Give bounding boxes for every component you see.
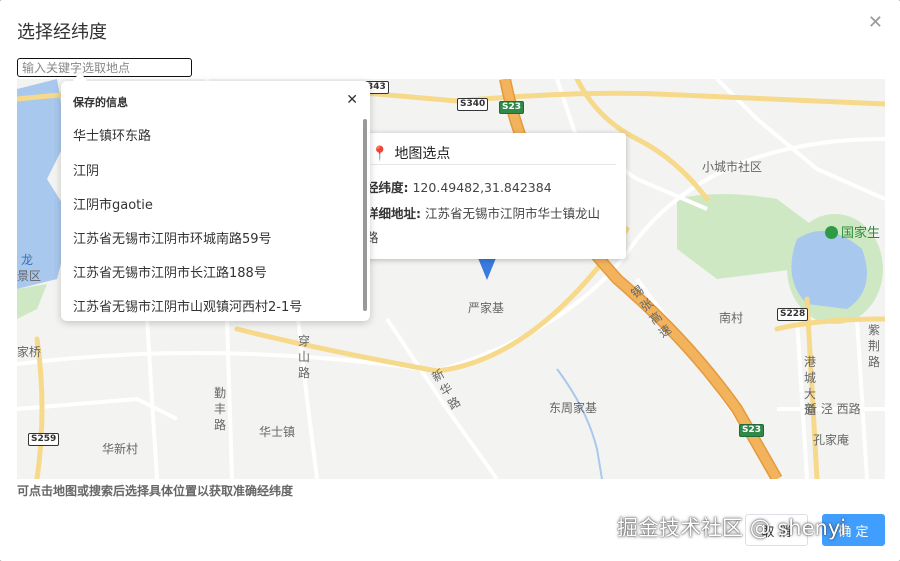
map-label-jiajiaqiao: 家桥 (17, 345, 42, 359)
road-shield-s259: S259 (28, 433, 60, 446)
saved-item[interactable]: 华士镇环东路 (73, 125, 151, 144)
saved-info-title: 保存的信息 (73, 96, 128, 109)
park-label: 国家生 (841, 226, 881, 241)
close-icon[interactable]: ✕ (868, 14, 883, 32)
map-label-huaxincun: 华新村 (102, 442, 139, 456)
map-label-huashizhen: 华士镇 (259, 425, 296, 439)
map-label-jingqu: 景区 (17, 269, 42, 283)
info-window: 📍 地图选点 经纬度: 120.49482,31.842384 详细地址: 江苏省… (366, 133, 626, 259)
map-label-gangcheng-road: 港城大道 (804, 355, 817, 417)
road-shield-s23-south: S23 (739, 424, 765, 437)
info-window-divider (371, 164, 616, 165)
map-pin-icon: 📍 (371, 146, 389, 162)
close-icon[interactable]: ✕ (346, 92, 358, 108)
coords-label: 经纬度: (366, 180, 409, 195)
address-value: 江苏省无锡市江阴市华士镇龙山 (424, 206, 600, 221)
dialog-title: 选择经纬度 (17, 22, 107, 43)
saved-info-panel: 保存的信息 ✕ 华士镇环东路 江阴 江阴市gaotie 江苏省无锡市江阴市环城南… (61, 81, 370, 321)
saved-item[interactable]: 江阴市gaotie (73, 194, 153, 213)
road-shield-s228: S228 (777, 308, 809, 321)
location-marker-icon[interactable] (478, 258, 496, 280)
address-label: 详细地址: (366, 206, 421, 221)
map-label-xiaocheng: 小城市社区 (702, 160, 763, 174)
info-window-title-text: 地图选点 (394, 146, 451, 162)
coords-row: 经纬度: 120.49482,31.842384 (366, 177, 552, 196)
address-row: 详细地址: 江苏省无锡市江阴市华士镇龙山 (366, 203, 600, 222)
map-label-nancun: 南村 (719, 311, 744, 325)
map-label-yanjiaji: 严家基 (468, 301, 505, 315)
saved-panel-scrollbar[interactable] (363, 119, 367, 311)
saved-item[interactable]: 江苏省无锡市江阴市山观镇河西村2-1号 (73, 296, 302, 315)
info-window-title: 📍 地图选点 (371, 143, 450, 163)
map-label-qinfeng-road: 勤丰路 (214, 386, 227, 432)
park-icon (825, 226, 838, 239)
map-label-park: 国家生 (825, 222, 880, 241)
map-label-dongzhoujiaji: 东周家基 (549, 401, 598, 415)
coords-value: 120.49482,31.842384 (412, 180, 552, 195)
road-shield-s23-north: S23 (499, 101, 525, 114)
select-coordinates-dialog: 选择经纬度 ✕ 输入关键字选取地点 S340 S23 343 S23 S228 … (0, 0, 900, 561)
map-label-chuanshan-road: 穿山路 (298, 334, 311, 380)
search-input[interactable] (17, 58, 192, 77)
map-label-long: 龙 (21, 253, 34, 267)
road-shield-s340: S340 (457, 98, 489, 111)
map-label-zijing-road: 紫荆路 (868, 323, 881, 369)
map-label-kongjiaan: 孔家庵 (813, 433, 850, 447)
saved-item[interactable]: 江苏省无锡市江阴市长江路188号 (73, 262, 267, 281)
watermark: 掘金技术社区 @ shenyi (617, 516, 847, 540)
saved-item[interactable]: 江苏省无锡市江阴市环城南路59号 (73, 228, 272, 247)
hint-text: 可点击地图或搜索后选择具体位置以获取准确经纬度 (17, 484, 294, 498)
saved-item[interactable]: 江阴 (73, 160, 99, 179)
